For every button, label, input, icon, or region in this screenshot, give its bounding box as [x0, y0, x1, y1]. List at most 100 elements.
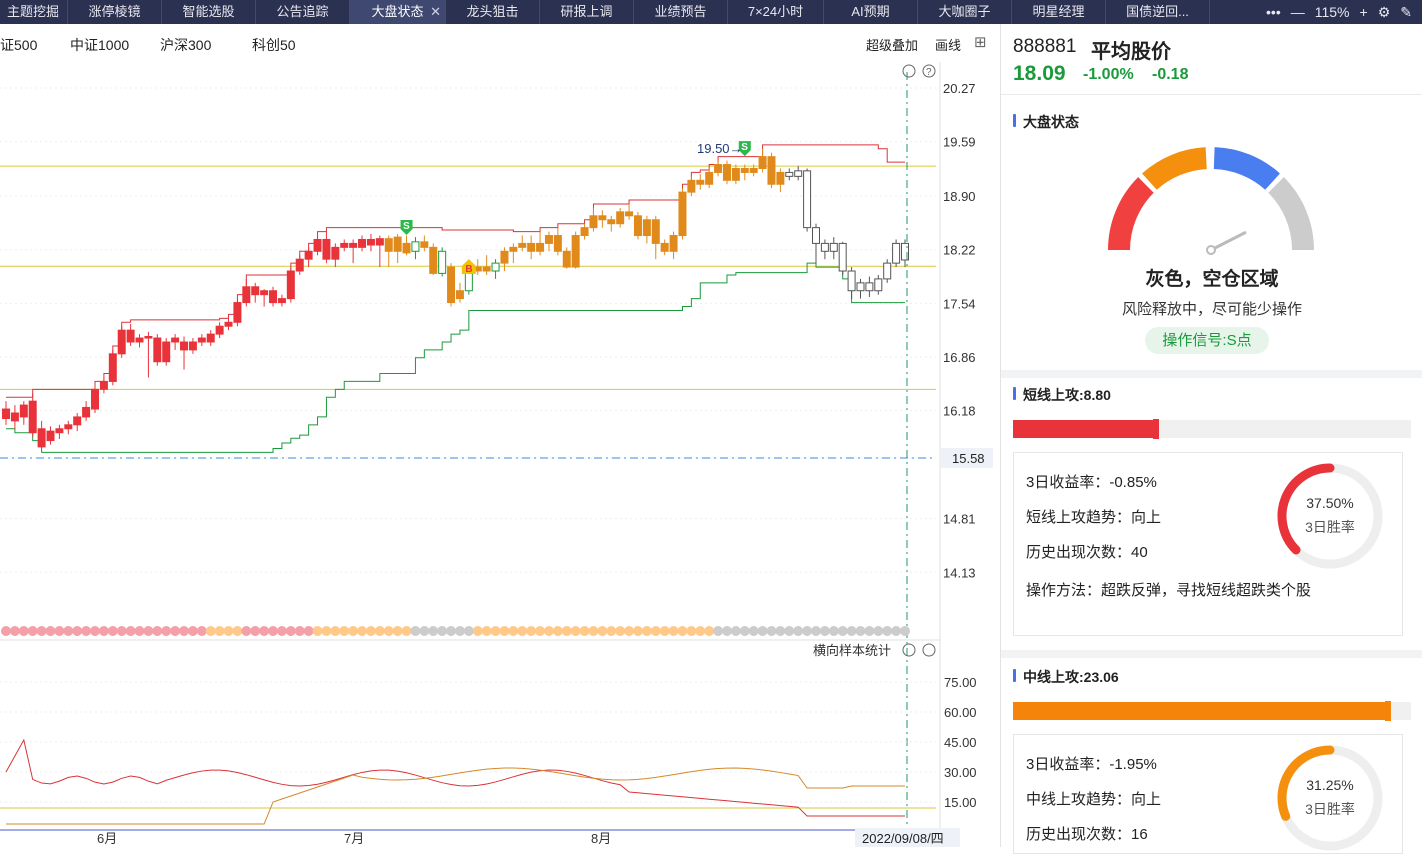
- gear-icon[interactable]: ⚙: [1378, 4, 1391, 21]
- signal-dot: [116, 626, 127, 636]
- candle-body: [883, 262, 892, 280]
- candle-body: [669, 235, 678, 252]
- candle-body: [687, 179, 696, 193]
- signal-dot: [134, 626, 145, 636]
- candle-body: [438, 250, 447, 274]
- zoom-level[interactable]: 115%: [1315, 4, 1350, 20]
- tab-9[interactable]: AI预期: [824, 0, 918, 24]
- signal-dot: [446, 626, 457, 636]
- signal-dot: [196, 626, 207, 636]
- signal-dot: [365, 626, 376, 636]
- tab-12[interactable]: 国债逆回...: [1106, 0, 1210, 24]
- draw-line-button[interactable]: 画线: [935, 35, 961, 54]
- tab-7[interactable]: 业绩预告: [634, 0, 728, 24]
- gauge-segment-red: [1108, 177, 1154, 251]
- chart-canvas[interactable]: 20.27 19.59 18.90 18.22 17.54 16.86 16.18 15.58…: [0, 62, 1000, 847]
- candle-body: [509, 246, 518, 252]
- signal-dot: [250, 626, 261, 636]
- candle-body: [829, 242, 838, 252]
- close-icon[interactable]: ✕: [430, 0, 441, 24]
- signal-dot: [285, 626, 296, 636]
- candle-body: [126, 329, 135, 343]
- candle-body: [420, 241, 429, 248]
- overlay-button[interactable]: 超级叠加: [866, 35, 918, 54]
- tab-label: AI预期: [851, 4, 890, 19]
- signal-dot: [793, 626, 804, 636]
- index-button-zz1000[interactable]: 中证1000: [70, 35, 129, 55]
- tab-0[interactable]: 主题挖掘: [0, 0, 68, 24]
- signal-dot: [472, 626, 483, 636]
- signal-dot: [641, 626, 652, 636]
- mid-trend: 中线上攻趋势：向上: [1026, 791, 1162, 808]
- candle-body: [794, 170, 803, 177]
- y-tick-label: 19.59: [943, 135, 976, 150]
- tab-6[interactable]: 研报上调: [540, 0, 634, 24]
- signal-dot: [348, 626, 359, 636]
- signal-dot: [419, 626, 430, 636]
- tab-3[interactable]: 公告追踪: [256, 0, 350, 24]
- signal-dot: [739, 626, 750, 636]
- candle-body: [455, 290, 464, 300]
- y-tick-label: 16.86: [943, 350, 976, 365]
- short-attack-bar-fill: [1013, 419, 1159, 439]
- indicator-line-red: [5, 738, 905, 817]
- candle-body: [571, 235, 580, 268]
- indicator-line-orange: [6, 767, 905, 825]
- tab-5[interactable]: 龙头狙击: [446, 0, 540, 24]
- mid-winrate-label: 3日胜率: [1305, 801, 1355, 817]
- signal-dot: [775, 626, 786, 636]
- mid-attack-title: 中线上攻:23.06: [1013, 667, 1119, 687]
- add-icon[interactable]: +: [1360, 4, 1368, 20]
- tab-label: 研报上调: [560, 4, 613, 19]
- candle-body: [180, 341, 189, 351]
- tab-4[interactable]: 大盘状态 ✕: [350, 0, 446, 24]
- more-icon[interactable]: •••: [1266, 4, 1281, 20]
- tab-2[interactable]: 智能选股: [162, 0, 256, 24]
- signal-dot: [437, 626, 448, 636]
- signal-dot: [686, 626, 697, 636]
- price-chart[interactable]: 20.27 19.59 18.90 18.22 17.54 16.86 16.18 15.58…: [0, 62, 1000, 847]
- stock-price: 18.09: [1013, 62, 1066, 85]
- minimize-button[interactable]: —: [1291, 4, 1305, 20]
- signal-dot: [828, 626, 839, 636]
- candle-body: [402, 242, 411, 254]
- tab-11[interactable]: 明星经理: [1012, 0, 1106, 24]
- signal-dot: [454, 626, 465, 636]
- tab-10[interactable]: 大咖圈子: [918, 0, 1012, 24]
- stock-change: -0.18: [1152, 66, 1189, 83]
- signal-dot: [802, 626, 813, 636]
- candle-body: [375, 238, 384, 246]
- mid-return: 3日收益率：-1.95%: [1026, 756, 1157, 773]
- index-button-hs300[interactable]: 沪深300: [160, 35, 211, 55]
- grid-layout-icon[interactable]: ⊞: [974, 33, 987, 51]
- candle-body: [678, 191, 687, 237]
- pen-icon[interactable]: ✎: [1400, 4, 1412, 21]
- tab-8[interactable]: 7×24小时: [728, 0, 824, 24]
- index-button-zz500[interactable]: 证500: [0, 35, 37, 55]
- signal-dot: [508, 626, 519, 636]
- tab-1[interactable]: 涨停棱镜: [68, 0, 162, 24]
- signal-dot: [374, 626, 385, 636]
- lower-band-line: [6, 262, 905, 453]
- signal-dot: [294, 626, 305, 636]
- divider: [1001, 370, 1422, 378]
- signal-dot: [606, 626, 617, 636]
- candle-body: [482, 266, 491, 272]
- signal-dot: [748, 626, 759, 636]
- candle-body: [384, 238, 393, 252]
- signal-dot: [303, 626, 314, 636]
- signal-dot: [187, 626, 198, 636]
- signal-dot: [864, 626, 875, 636]
- candle-body: [731, 167, 740, 181]
- tab-label: 智能选股: [182, 4, 235, 19]
- candle-body: [892, 242, 901, 264]
- sample-stats-label: 横向样本统计: [813, 643, 891, 658]
- mid-winrate-ring: [1277, 745, 1383, 851]
- y-tick-label: 15.00: [944, 795, 977, 810]
- candle-body: [64, 424, 73, 430]
- candle-body: [277, 298, 286, 304]
- tab-label: 涨停棱镜: [88, 4, 141, 19]
- index-button-kc50[interactable]: 科创50: [252, 35, 296, 55]
- signal-dot: [321, 626, 332, 636]
- signal-dot: [632, 626, 643, 636]
